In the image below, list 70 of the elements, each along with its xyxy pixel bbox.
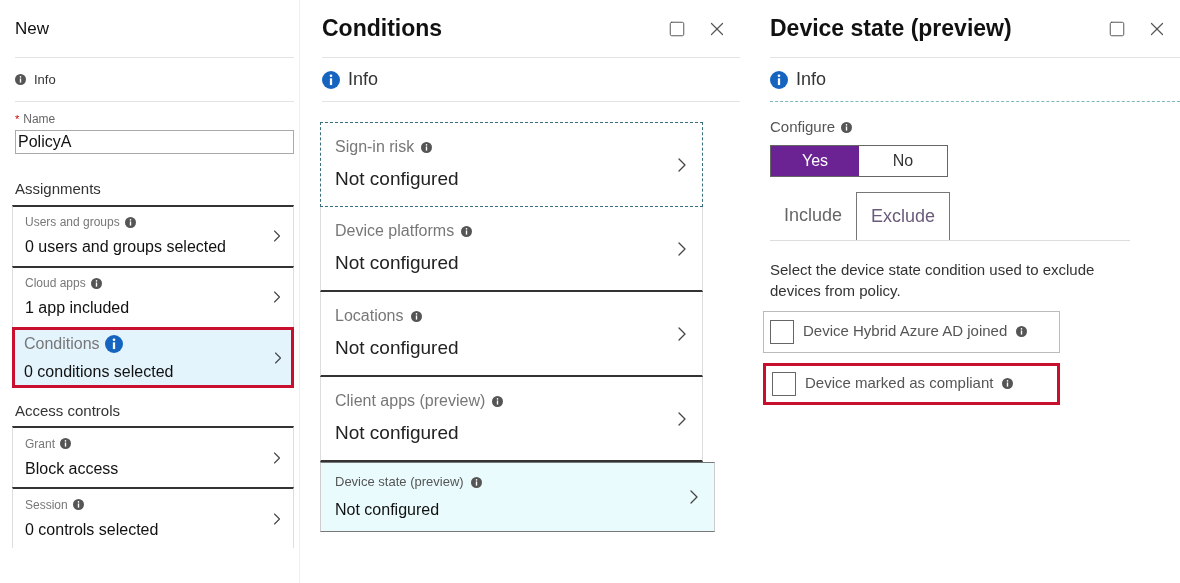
item-label: Locations [335, 306, 404, 327]
info-icon [72, 499, 84, 510]
item-label: Device state (preview) [335, 473, 464, 492]
maximize-icon[interactable] [1108, 19, 1126, 38]
panel-title: Device state (preview) [770, 14, 1012, 44]
info-icon [1016, 326, 1028, 337]
tab[interactable]: Include [770, 191, 857, 240]
condition-item[interactable]: Locations Not configured [320, 292, 703, 377]
item-value: 0 users and groups selected [25, 237, 226, 257]
checkbox[interactable] [770, 319, 794, 344]
item-label: Session [25, 496, 68, 514]
info-link[interactable]: Info [348, 66, 379, 93]
condition-item[interactable]: Device state (preview) Not configured [320, 462, 715, 532]
required-asterisk: * [15, 111, 20, 127]
tab[interactable]: Exclude [856, 191, 951, 240]
section-heading: Assignments [14, 179, 102, 199]
item-value: 0 conditions selected [24, 362, 174, 382]
info-icon [461, 225, 473, 237]
info-icon [124, 216, 136, 228]
checkbox[interactable] [772, 371, 796, 396]
field-label: Configure [770, 117, 836, 137]
info-icon [492, 395, 504, 407]
checkbox-row[interactable]: Device Hybrid Azure AD joined [763, 310, 1060, 353]
item-value: Not configured [335, 499, 441, 520]
toggle-option[interactable]: Yes [771, 145, 859, 176]
item-value: 0 controls selected [25, 519, 159, 540]
nav-item[interactable]: Users and groups 0 users and groups selected [12, 204, 294, 266]
item-value: Not configured [335, 251, 460, 276]
info-link[interactable]: Info [796, 66, 827, 93]
item-label: Grant [25, 435, 55, 453]
item-label: Device platforms [335, 221, 455, 242]
info-icon [841, 121, 853, 133]
checkbox-row[interactable]: Device marked as compliant [763, 362, 1060, 405]
description-text: Select the device state condition used to exclude devices from policy. [770, 259, 1096, 301]
maximize-icon[interactable] [668, 19, 686, 38]
info-icon [104, 335, 123, 353]
item-value: Not configured [335, 336, 459, 361]
panel-title: Conditions [322, 14, 443, 44]
nav-item[interactable]: Grant Block access [12, 426, 294, 487]
condition-item[interactable]: Device platforms Not configured [320, 207, 703, 292]
section-heading: Access controls [14, 400, 122, 421]
name-field[interactable]: PolicyA [15, 130, 294, 154]
item-label: Users and groups [25, 214, 120, 231]
info-icon [90, 277, 102, 289]
item-label: Client apps (preview) [335, 391, 486, 412]
checkbox-label: Device marked as compliant [805, 373, 994, 394]
item-value: Not configured [335, 167, 459, 192]
info-link[interactable]: Info [34, 69, 56, 90]
info-icon [15, 74, 26, 85]
condition-item[interactable]: Sign-in risk Not configured [320, 122, 703, 207]
info-icon [60, 438, 71, 449]
condition-item[interactable]: Client apps (preview) Not configured [320, 377, 703, 462]
info-icon [770, 70, 788, 89]
info-icon [410, 310, 422, 322]
nav-item[interactable]: Conditions 0 conditions selected [12, 326, 294, 388]
item-label: Sign-in risk [335, 137, 415, 158]
info-icon [470, 476, 482, 488]
item-label: Conditions [24, 334, 100, 354]
info-icon [421, 141, 433, 153]
nav-item[interactable]: Session 0 controls selected [12, 487, 294, 548]
panel-title: New [15, 17, 49, 40]
checkbox-label: Device Hybrid Azure AD joined [803, 321, 1008, 342]
field-label: Name [23, 111, 56, 128]
item-value: Block access [25, 458, 119, 479]
item-value: Not configured [335, 421, 460, 446]
item-value: 1 app included [25, 298, 130, 318]
nav-item[interactable]: Cloud apps 1 app included [12, 265, 294, 327]
info-icon [322, 70, 340, 89]
info-icon [1002, 378, 1014, 389]
item-label: Cloud apps [25, 275, 86, 292]
